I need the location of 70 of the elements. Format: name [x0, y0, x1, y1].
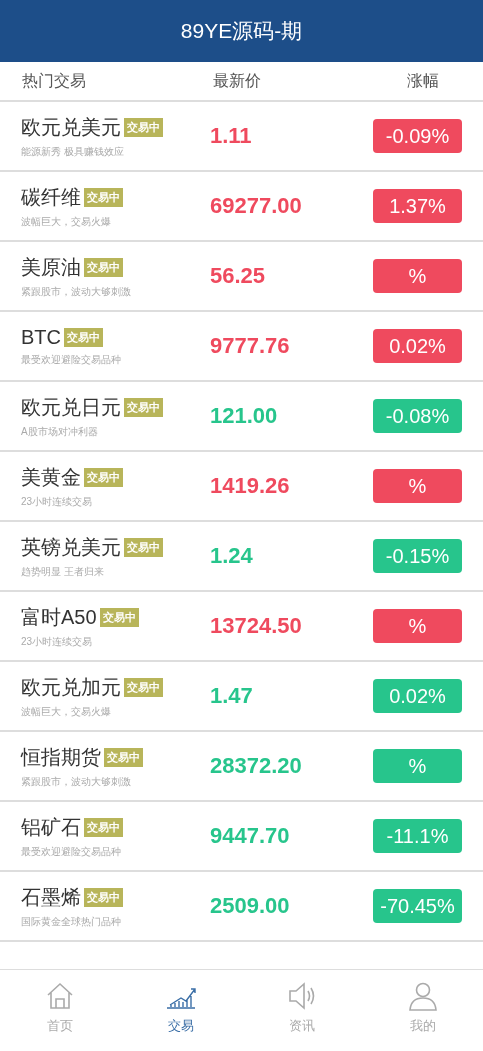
status-tag: 交易中 [84, 257, 123, 277]
change-badge[interactable]: -0.08% [373, 399, 462, 433]
status-tag: 交易中 [124, 677, 163, 697]
instrument-description: 紧跟股市，波动大够刺激 [21, 774, 132, 789]
column-header: 最新价 [213, 70, 262, 91]
instrument-name: 美黄金 [21, 464, 81, 490]
instrument-description: 能源新秀 极具赚钱效应 [21, 144, 125, 159]
price-text: 56.25 [210, 263, 267, 289]
status-tag: 交易中 [64, 327, 103, 347]
status-tag: 交易中 [124, 397, 163, 417]
instrument-name: 美原油 [21, 254, 81, 280]
tab-item[interactable]: 交易 [120, 970, 242, 1046]
column-header: 涨幅 [406, 70, 440, 91]
instrument-name: BTC [21, 325, 61, 349]
change-badge[interactable]: % [373, 469, 462, 503]
instrument-description: 紧跟股市，波动大够刺激 [21, 284, 132, 299]
instrument-name: 英镑兑美元 [21, 534, 121, 560]
instrument-description: 最受欢迎避险交易品种 [21, 844, 122, 859]
change-badge[interactable]: 1.37% [373, 189, 462, 223]
price-text: 1.24 [210, 543, 254, 569]
status-tag: 交易中 [84, 467, 123, 487]
price-text: 1419.26 [210, 473, 291, 499]
instrument-name: 石墨烯 [21, 884, 81, 910]
status-tag: 交易中 [124, 117, 163, 137]
price-text: 28372.20 [210, 753, 303, 779]
column-header: 热门交易 [22, 70, 87, 91]
instrument-description: 23小时连续交易 [21, 494, 94, 509]
instrument-description: 23小时连续交易 [21, 634, 94, 649]
change-badge[interactable]: -0.09% [373, 119, 462, 153]
status-tag: 交易中 [99, 607, 139, 627]
status-tag: 交易中 [124, 537, 163, 557]
price-text: 1.47 [210, 683, 254, 709]
instrument-name: 欧元兑日元 [21, 394, 121, 420]
price-text: 9777.76 [210, 333, 291, 359]
instrument-description: 最受欢迎避险交易品种 [21, 352, 122, 367]
change-badge[interactable]: 0.02% [373, 329, 462, 363]
price-text: 13724.50 [210, 613, 303, 639]
instrument-description: 波幅巨大，交易火爆 [21, 704, 112, 719]
change-badge[interactable]: 0.02% [373, 679, 462, 713]
instrument-name: 恒指期货 [21, 744, 101, 770]
price-text: 69277.00 [210, 193, 303, 219]
instrument-description: A股市场对冲利器 [21, 424, 99, 439]
change-badge[interactable]: % [373, 749, 462, 783]
change-badge[interactable]: % [373, 609, 462, 643]
app-title: 89YE源码-期 [180, 18, 303, 44]
change-badge[interactable]: -11.1% [373, 819, 462, 853]
instrument-description: 趋势明显 王者归来 [21, 564, 105, 579]
change-badge[interactable]: % [373, 259, 462, 293]
price-text: 9447.70 [210, 823, 291, 849]
status-tag: 交易中 [84, 187, 123, 207]
instrument-name: 欧元兑美元 [21, 114, 121, 140]
instrument-name: 欧元兑加元 [21, 674, 121, 700]
tab-item[interactable]: 资讯 [241, 970, 363, 1046]
instrument-name: 铝矿石 [21, 814, 81, 840]
price-text: 1.11 [210, 123, 253, 149]
status-tag: 交易中 [84, 887, 123, 907]
change-badge[interactable]: -70.45% [373, 889, 462, 923]
instrument-description: 国际黄金全球热门品种 [21, 914, 122, 929]
instrument-name: 碳纤维 [21, 184, 81, 210]
tab-item[interactable]: 我的 [362, 970, 483, 1046]
price-text: 121.00 [210, 403, 279, 429]
instrument-description: 波幅巨大，交易火爆 [21, 214, 112, 229]
change-badge[interactable]: -0.15% [373, 539, 462, 573]
tab-item[interactable]: 首页 [0, 970, 121, 1046]
status-tag: 交易中 [84, 817, 123, 837]
instrument-name: 富时A50 [21, 604, 97, 630]
user-icon [407, 981, 438, 1011]
status-tag: 交易中 [104, 747, 143, 767]
speaker-icon [286, 981, 317, 1011]
price-text: 2509.00 [210, 893, 291, 919]
